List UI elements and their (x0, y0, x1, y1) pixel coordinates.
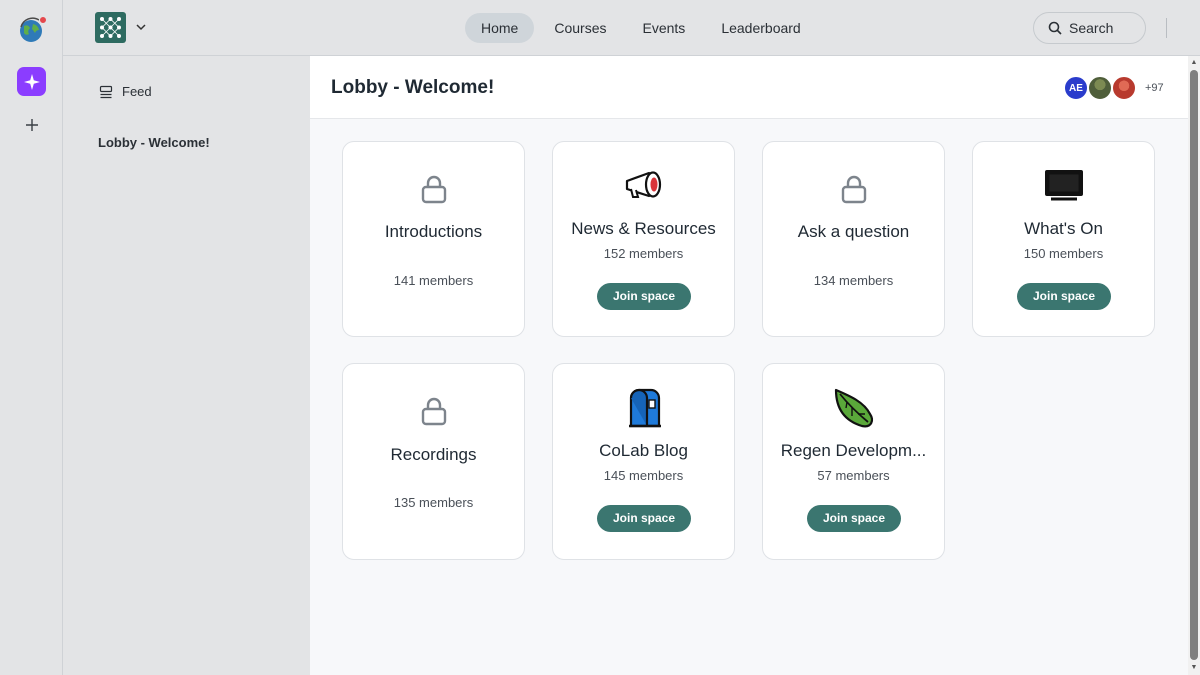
megaphone-icon (625, 171, 661, 198)
nav-events[interactable]: Events (627, 13, 702, 43)
mailbox-icon (628, 388, 661, 428)
sparkle-icon (23, 73, 40, 90)
page-header: Lobby - Welcome! AE +97 (310, 56, 1188, 119)
divider (1166, 18, 1167, 38)
space-members: 152 members (603, 246, 684, 261)
search-label: Search (1069, 20, 1114, 36)
space-card[interactable]: Recordings 135 members (342, 363, 525, 560)
space-card[interactable]: News & Resources 152 members Join space (552, 141, 735, 337)
scroll-thumb[interactable] (1190, 70, 1198, 660)
space-name: Regen Developm... (780, 441, 927, 460)
space-card[interactable]: What's On 150 members Join space (972, 141, 1155, 337)
monitor-icon (1044, 170, 1083, 201)
scroll-up-arrow-icon[interactable]: ▲ (1190, 59, 1198, 67)
add-community-button[interactable] (21, 114, 43, 136)
join-space-button[interactable]: Join space (597, 283, 691, 310)
community-logo-icon (100, 17, 121, 38)
space-name: Ask a question (797, 222, 910, 241)
lock-icon (421, 175, 446, 204)
nav-leaderboard[interactable]: Leaderboard (705, 13, 816, 43)
join-space-button[interactable]: Join space (1017, 283, 1111, 310)
main-content: Lobby - Welcome! AE +97 Introductions 14… (310, 56, 1188, 675)
sidebar-item-lobby[interactable]: Lobby - Welcome! (98, 135, 210, 150)
scroll-down-arrow-icon[interactable]: ▼ (1190, 664, 1198, 672)
leaf-icon (834, 388, 873, 428)
app-rail (0, 0, 63, 675)
scrollbar[interactable]: ▲ ▼ (1188, 56, 1200, 675)
space-name: News & Resources (571, 219, 716, 238)
space-card[interactable]: Ask a question 134 members (762, 141, 945, 337)
space-members: 141 members (393, 273, 474, 288)
sidebar-item-label: Feed (122, 84, 152, 99)
member-avatars[interactable]: AE +97 (1063, 75, 1164, 101)
avatar[interactable] (1087, 75, 1113, 101)
plus-icon (26, 119, 38, 131)
sidebar: Feed Lobby - Welcome! (63, 56, 310, 675)
avatar-overflow-count[interactable]: +97 (1145, 82, 1164, 94)
sidebar-item-feed[interactable]: Feed (99, 84, 152, 99)
space-members: 135 members (393, 495, 474, 510)
space-name: What's On (1024, 219, 1103, 238)
join-space-button[interactable]: Join space (597, 505, 691, 532)
notification-dot (39, 16, 47, 24)
search-button[interactable]: Search (1033, 12, 1146, 44)
chevron-down-icon[interactable] (135, 20, 147, 34)
space-members: 150 members (1023, 246, 1104, 261)
space-members: 57 members (817, 468, 890, 483)
lock-icon (841, 175, 866, 204)
nav-home[interactable]: Home (465, 13, 535, 43)
space-name: Introductions (384, 222, 483, 241)
main-nav: Home Courses Events Leaderboard (465, 13, 821, 43)
page-title: Lobby - Welcome! (331, 77, 495, 98)
space-card[interactable]: Regen Developm... 57 members Join space (762, 363, 945, 560)
join-space-button[interactable]: Join space (807, 505, 901, 532)
nav-courses[interactable]: Courses (538, 13, 622, 43)
community-switcher[interactable] (17, 16, 47, 46)
lock-icon (421, 397, 446, 426)
avatar[interactable]: AE (1063, 75, 1089, 101)
space-card[interactable]: CoLab Blog 145 members Join space (552, 363, 735, 560)
feed-icon (99, 85, 113, 98)
space-members: 134 members (813, 273, 894, 288)
community-logo[interactable] (95, 12, 126, 43)
search-icon (1048, 21, 1062, 35)
space-card[interactable]: Introductions 141 members (342, 141, 525, 337)
top-bar: Home Courses Events Leaderboard Search (63, 0, 1200, 56)
space-members: 145 members (603, 468, 684, 483)
avatar[interactable] (1111, 75, 1137, 101)
ai-assistant-button[interactable] (17, 67, 46, 96)
space-name: CoLab Blog (599, 441, 688, 460)
space-name: Recordings (390, 445, 477, 464)
